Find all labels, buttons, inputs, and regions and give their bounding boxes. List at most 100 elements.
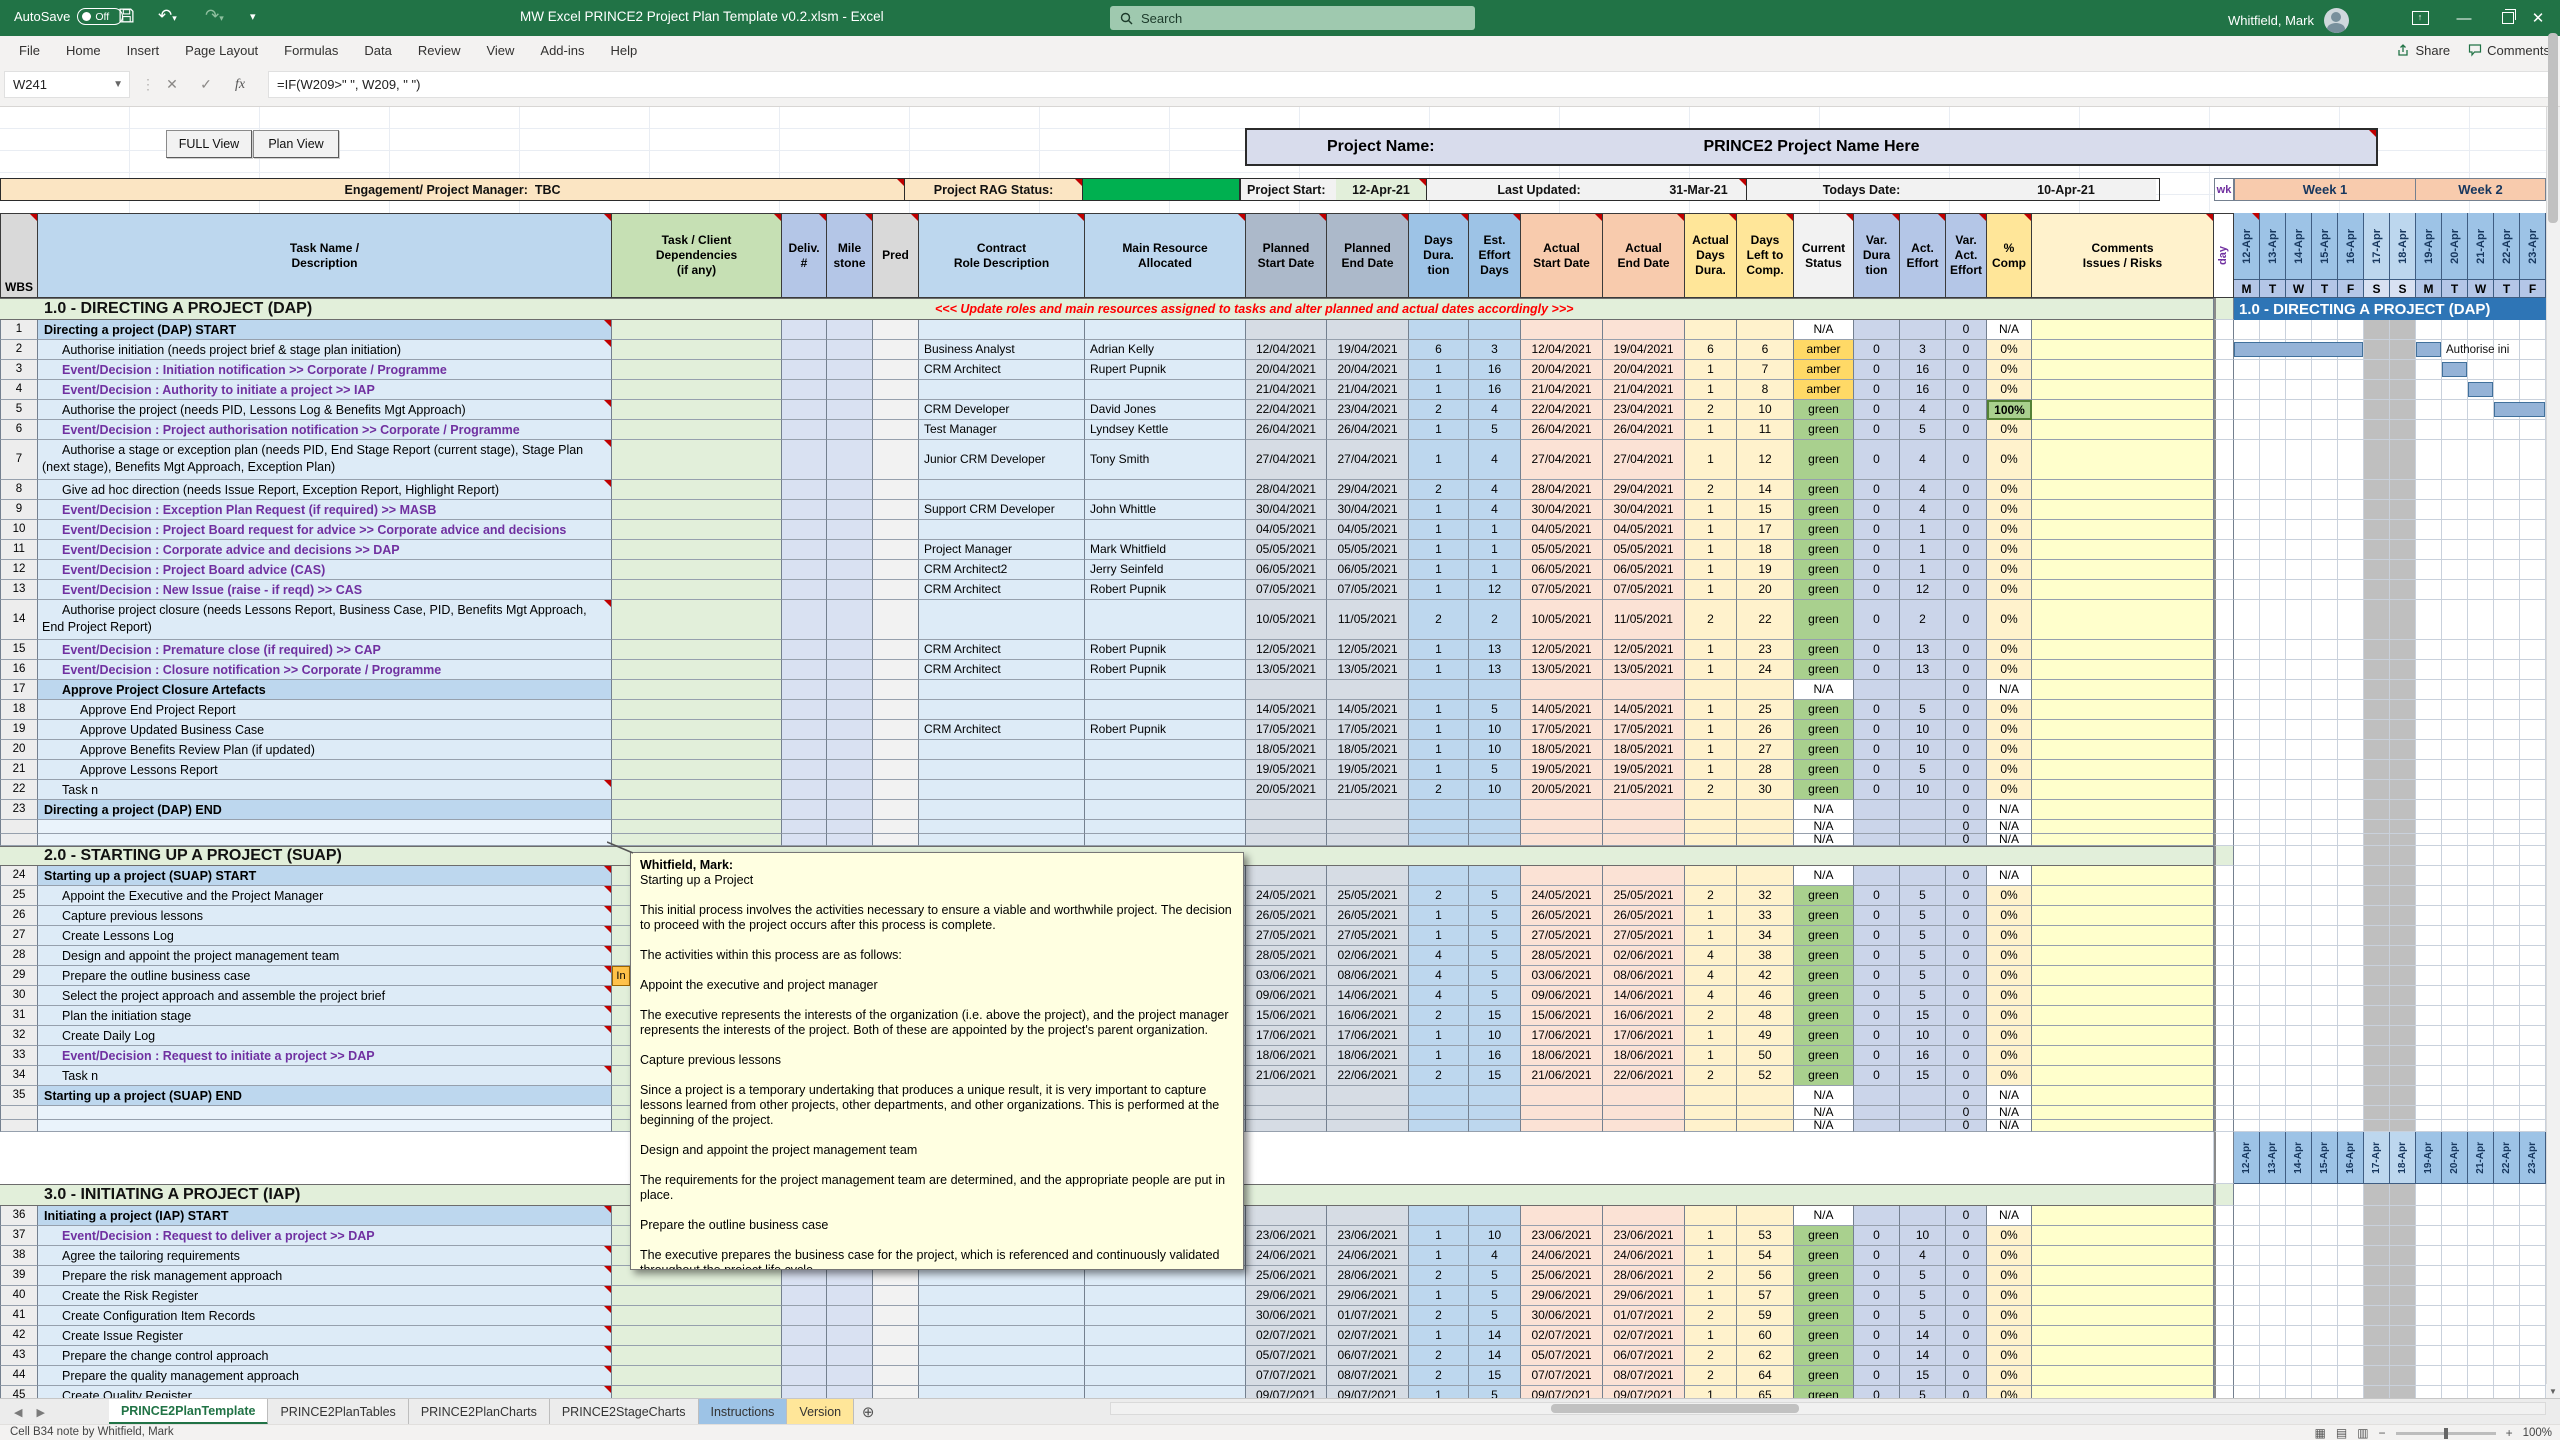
cell-pe[interactable]: 21/04/2021 bbox=[1327, 380, 1409, 400]
task-row[interactable]: 43Prepare the change control approach05/… bbox=[0, 1346, 2546, 1366]
cell-ps[interactable]: 07/07/2021 bbox=[1246, 1366, 1327, 1386]
gantt-cell[interactable] bbox=[2286, 1326, 2312, 1346]
gantt-cell[interactable] bbox=[2312, 420, 2338, 440]
cell-ps[interactable] bbox=[1246, 320, 1327, 340]
gantt-cell[interactable] bbox=[2468, 420, 2494, 440]
task-row[interactable]: 22Task n20/05/202121/05/202121020/05/202… bbox=[0, 780, 2546, 800]
cell-pred[interactable] bbox=[873, 500, 919, 520]
spacer-row[interactable]: N/A0N/A bbox=[0, 1120, 2546, 1132]
cell-deliv[interactable] bbox=[782, 1286, 827, 1306]
cell-pred[interactable] bbox=[873, 740, 919, 760]
gantt-cell[interactable] bbox=[2260, 1026, 2286, 1046]
cell-wbs[interactable]: 36 bbox=[0, 1206, 38, 1226]
cell-role[interactable] bbox=[919, 820, 1085, 834]
cell-dl[interactable] bbox=[1737, 680, 1794, 700]
gantt-cell[interactable] bbox=[2338, 1226, 2364, 1246]
cell-com[interactable] bbox=[2032, 1306, 2214, 1326]
gantt-cell[interactable] bbox=[2520, 846, 2546, 866]
gantt-cell[interactable] bbox=[2338, 866, 2364, 886]
cell-dd[interactable]: 2 bbox=[1409, 1346, 1469, 1366]
cell-com[interactable] bbox=[2032, 440, 2214, 480]
cell-dep[interactable] bbox=[612, 580, 782, 600]
cell-deliv[interactable] bbox=[782, 580, 827, 600]
gantt-cell[interactable] bbox=[2416, 926, 2442, 946]
cell-vd[interactable]: 0 bbox=[1854, 986, 1900, 1006]
gantt-cell[interactable] bbox=[2234, 760, 2260, 780]
gantt-cell[interactable] bbox=[2468, 846, 2494, 866]
cell-pc[interactable]: 0% bbox=[1987, 420, 2032, 440]
cell-pc[interactable]: N/A bbox=[1987, 820, 2032, 834]
cell-st[interactable]: green bbox=[1794, 986, 1854, 1006]
gantt-cell[interactable] bbox=[2286, 846, 2312, 866]
cell-dep[interactable] bbox=[612, 420, 782, 440]
cell-ave[interactable]: 5 bbox=[1900, 760, 1946, 780]
cell-pred[interactable] bbox=[873, 1326, 919, 1346]
cell-mile[interactable] bbox=[827, 1346, 873, 1366]
gantt-cell[interactable] bbox=[2260, 1206, 2286, 1226]
gantt-cell[interactable] bbox=[2286, 400, 2312, 420]
cell-ee[interactable]: 4 bbox=[1469, 400, 1521, 420]
cell-wbs[interactable]: 27 bbox=[0, 926, 38, 946]
cell-deliv[interactable] bbox=[782, 760, 827, 780]
gantt-cell[interactable] bbox=[2260, 660, 2286, 680]
gantt-cell[interactable] bbox=[2312, 800, 2338, 820]
col-header-wbs[interactable]: WBS bbox=[0, 213, 38, 298]
cell-ee[interactable]: 5 bbox=[1469, 906, 1521, 926]
cell-ad[interactable]: 4 bbox=[1685, 946, 1737, 966]
cell-ps[interactable]: 26/04/2021 bbox=[1246, 420, 1327, 440]
cell-ad[interactable]: 1 bbox=[1685, 420, 1737, 440]
gantt-cell[interactable] bbox=[2390, 1346, 2416, 1366]
gantt-cell[interactable] bbox=[2286, 866, 2312, 886]
gantt-cell[interactable] bbox=[2520, 1226, 2546, 1246]
cell-dl[interactable]: 15 bbox=[1737, 500, 1794, 520]
cell-wbs[interactable]: 32 bbox=[0, 1026, 38, 1046]
gantt-cell[interactable] bbox=[2390, 800, 2416, 820]
cell-ae[interactable]: 18/06/2021 bbox=[1603, 1046, 1685, 1066]
cell-dd[interactable]: 1 bbox=[1409, 1246, 1469, 1266]
cell-role[interactable] bbox=[919, 834, 1085, 846]
cell-task[interactable]: Event/Decision : Project authorisation n… bbox=[38, 420, 612, 440]
cell-pe[interactable]: 23/06/2021 bbox=[1327, 1226, 1409, 1246]
gantt-cell[interactable] bbox=[2364, 1346, 2390, 1366]
cell-pred[interactable] bbox=[873, 400, 919, 420]
gantt-date-header[interactable]: 12-Apr bbox=[2234, 213, 2260, 280]
plan-view-button[interactable]: Plan View bbox=[253, 130, 339, 158]
cell-pc[interactable]: 0% bbox=[1987, 1306, 2032, 1326]
gantt-cell[interactable] bbox=[2234, 1086, 2260, 1106]
task-row[interactable]: 13Event/Decision : New Issue (raise - if… bbox=[0, 580, 2546, 600]
cell-pe[interactable]: 06/05/2021 bbox=[1327, 560, 1409, 580]
gantt-cell[interactable] bbox=[2260, 1386, 2286, 1398]
gantt-cell[interactable] bbox=[2312, 1346, 2338, 1366]
gantt-cell[interactable] bbox=[2442, 1286, 2468, 1306]
gantt-cell[interactable] bbox=[2390, 640, 2416, 660]
cell-dd[interactable]: 4 bbox=[1409, 986, 1469, 1006]
cell-st[interactable]: green bbox=[1794, 400, 1854, 420]
cell-dl[interactable]: 53 bbox=[1737, 1226, 1794, 1246]
cell-deliv[interactable] bbox=[782, 360, 827, 380]
cell-dep[interactable] bbox=[612, 480, 782, 500]
cell-pc[interactable]: N/A bbox=[1987, 800, 2032, 820]
ribbon-tab-view[interactable]: View bbox=[473, 36, 527, 64]
cell-ee[interactable]: 1 bbox=[1469, 560, 1521, 580]
gantt-cell[interactable] bbox=[2442, 986, 2468, 1006]
cell-dl[interactable] bbox=[1737, 320, 1794, 340]
gantt-cell[interactable] bbox=[2390, 760, 2416, 780]
gantt-date-header[interactable]: 19-Apr bbox=[2416, 213, 2442, 280]
gantt-cell[interactable] bbox=[2494, 700, 2520, 720]
cell-pred[interactable] bbox=[873, 660, 919, 680]
cell-as[interactable]: 28/04/2021 bbox=[1521, 480, 1603, 500]
cell-ee[interactable]: 13 bbox=[1469, 660, 1521, 680]
cell-com[interactable] bbox=[2032, 760, 2214, 780]
gantt-cell[interactable] bbox=[2312, 986, 2338, 1006]
gantt-cell[interactable] bbox=[2416, 1120, 2442, 1132]
gantt-cell[interactable] bbox=[2364, 1086, 2390, 1106]
cell-ae[interactable]: 30/04/2021 bbox=[1603, 500, 1685, 520]
cell-vae[interactable]: 0 bbox=[1946, 480, 1987, 500]
gantt-cell[interactable] bbox=[2234, 866, 2260, 886]
gantt-cell[interactable] bbox=[2390, 540, 2416, 560]
gantt-cell[interactable] bbox=[2234, 320, 2260, 340]
cell-st[interactable]: green bbox=[1794, 660, 1854, 680]
gantt-cell[interactable] bbox=[2494, 886, 2520, 906]
cell-vae[interactable]: 0 bbox=[1946, 380, 1987, 400]
cell-com[interactable] bbox=[2032, 1226, 2214, 1246]
